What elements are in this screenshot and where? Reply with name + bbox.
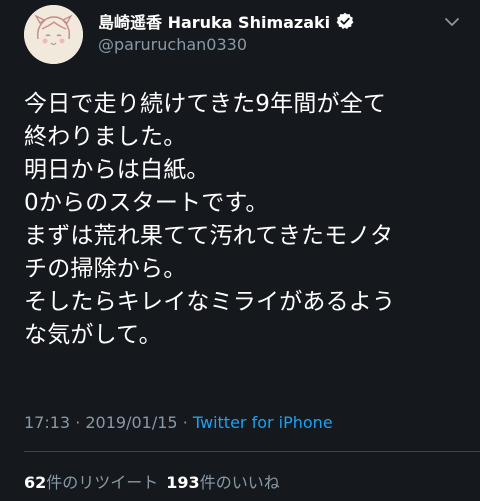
tweet-text: 今日で走り続けてきた9年間が全て 終わりました。 明日からは白紙。 0からのスタ…	[24, 88, 464, 352]
meta-separator: ·	[75, 413, 86, 432]
tweet-line: な気がして。	[24, 322, 162, 348]
verified-badge-icon	[336, 12, 354, 30]
tweet-line: 明日からは白紙。	[24, 157, 210, 183]
display-name-row[interactable]: 島崎遥香 Haruka Shimazaki	[98, 10, 354, 32]
user-handle[interactable]: @paruruchan0330	[98, 35, 247, 54]
retweets-count: 62	[24, 473, 47, 492]
tweet-source-link[interactable]: Twitter for iPhone	[193, 413, 333, 432]
retweets-label: 件のリツイート	[46, 473, 159, 492]
chevron-down-icon[interactable]	[442, 12, 462, 32]
display-name[interactable]: 島崎遥香 Haruka Shimazaki	[98, 9, 330, 33]
tweet-time: 17:13	[24, 413, 71, 432]
avatar[interactable]	[24, 5, 83, 64]
retweets-stat[interactable]: 62件のリツイート	[24, 473, 158, 492]
meta-separator: ·	[182, 413, 193, 432]
likes-stat[interactable]: 193件のいいね	[166, 473, 279, 492]
tweet-header: 島崎遥香 Haruka Shimazaki @paruruchan0330	[0, 0, 480, 78]
tweet-line: そしたらキレイなミライがあるよう	[24, 289, 396, 315]
tweet-line: 0からのスタートです。	[24, 190, 269, 216]
tweet-stats: 62件のリツイート 193件のいいね	[24, 469, 280, 493]
divider	[24, 451, 480, 452]
tweet-date: 2019/01/15	[85, 413, 178, 432]
tweet-line: 今日で走り続けてきた9年間が全て	[24, 91, 387, 117]
tweet-line: 終わりました。	[24, 124, 187, 150]
likes-label: 件のいいね	[199, 473, 280, 492]
tweet-meta: 17:13 · 2019/01/15 · Twitter for iPhone	[24, 413, 333, 432]
tweet-line: まずは荒れ果てて汚れてきたモノタ	[24, 223, 394, 249]
tweet-line: チの掃除から。	[24, 256, 187, 282]
likes-count: 193	[166, 473, 200, 492]
